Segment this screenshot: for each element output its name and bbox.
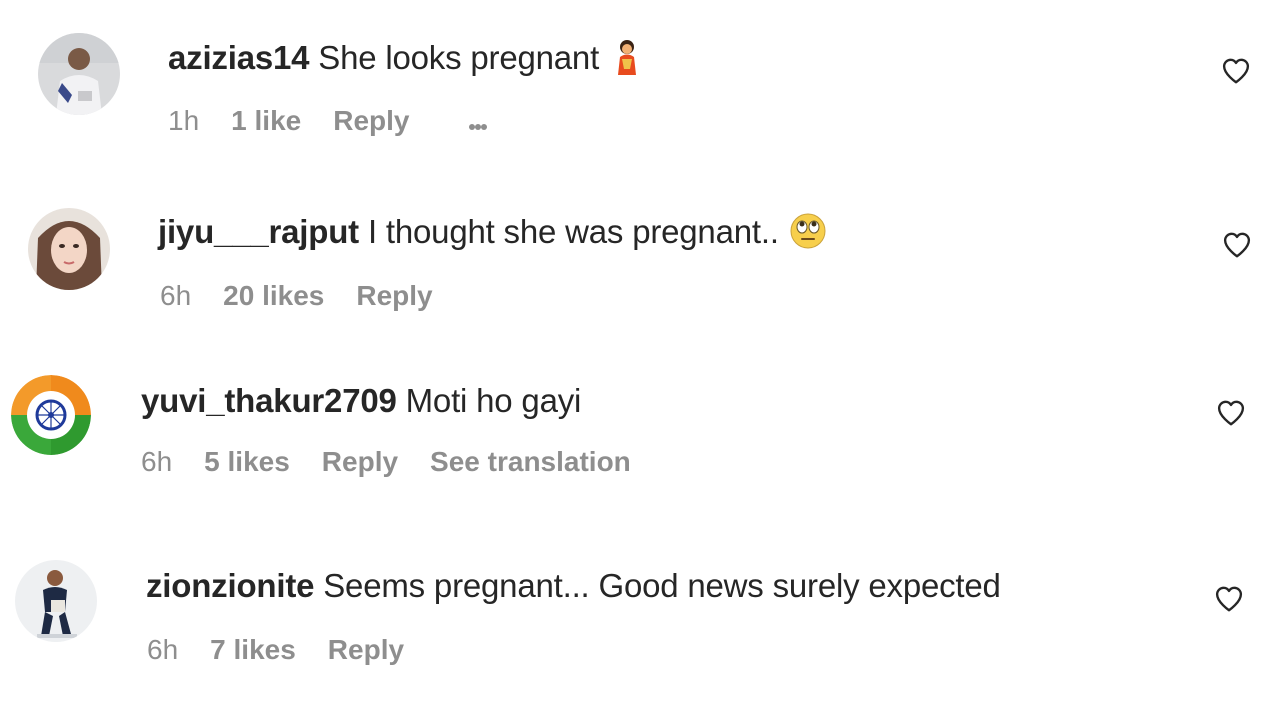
avatar[interactable] [38, 33, 120, 115]
comment-meta: 6h 20 likes Reply [160, 279, 433, 313]
comment-line: zionzionite Seems pregnant... Good news … [146, 566, 1001, 606]
avatar[interactable] [11, 375, 91, 455]
heart-outline-icon[interactable] [1221, 56, 1251, 86]
more-options-icon[interactable] [469, 104, 488, 138]
comment-time[interactable]: 6h [147, 633, 178, 667]
reply-button[interactable]: Reply [333, 104, 409, 138]
face-with-rolling-eyes-emoji [790, 213, 826, 258]
see-translation-link[interactable]: See translation [430, 445, 631, 479]
comment-line: yuvi_thakur2709 Moti ho gayi [141, 381, 581, 421]
comment-likes[interactable]: 5 likes [204, 445, 290, 479]
comment-time[interactable]: 6h [160, 279, 191, 313]
comment-text: Moti ho gayi [405, 382, 582, 419]
woman-emoji [614, 39, 640, 84]
reply-button[interactable]: Reply [328, 633, 404, 667]
reply-button[interactable]: Reply [356, 279, 432, 313]
comment-text: Seems pregnant... Good news surely expec… [323, 567, 1001, 604]
avatar[interactable] [15, 560, 97, 642]
comment-username[interactable]: zionzionite [146, 567, 314, 604]
comment-username[interactable]: yuvi_thakur2709 [141, 382, 397, 419]
comment-time[interactable]: 6h [141, 445, 172, 479]
comment-time[interactable]: 1h [168, 104, 199, 138]
comment-meta: 6h 7 likes Reply [147, 633, 404, 667]
comment-username[interactable]: azizias14 [168, 39, 310, 76]
comment-meta: 1h 1 like Reply [168, 104, 488, 138]
heart-outline-icon[interactable] [1214, 584, 1244, 614]
comment-likes[interactable]: 20 likes [223, 279, 324, 313]
comment-line: azizias14 She looks pregnant [168, 38, 640, 84]
comment-text: I thought she was pregnant.. [367, 213, 779, 250]
reply-button[interactable]: Reply [322, 445, 398, 479]
comment-likes[interactable]: 1 like [231, 104, 301, 138]
heart-outline-icon[interactable] [1216, 398, 1246, 428]
comment-likes[interactable]: 7 likes [210, 633, 296, 667]
heart-outline-icon[interactable] [1222, 230, 1252, 260]
comment-username[interactable]: jiyu___rajput [158, 213, 359, 250]
comment-meta: 6h 5 likes Reply See translation [141, 445, 631, 479]
comment-text: She looks pregnant [318, 39, 600, 76]
avatar[interactable] [28, 208, 110, 290]
comment-line: jiyu___rajput I thought she was pregnant… [158, 212, 826, 258]
